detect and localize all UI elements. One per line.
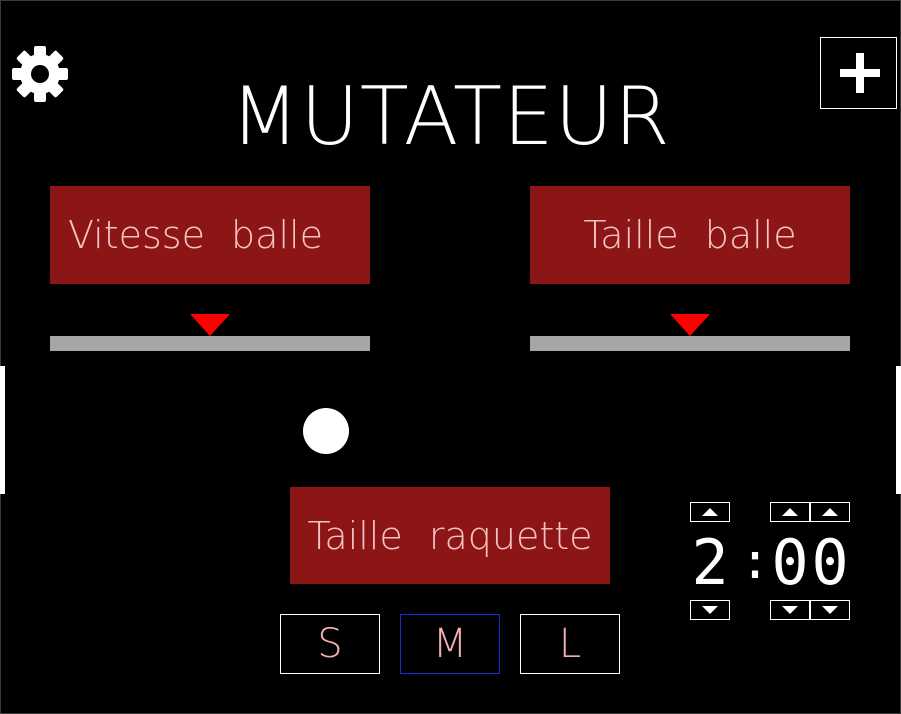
racket-size-option-s[interactable]: S — [280, 614, 380, 674]
page-title: MUTATEUR — [230, 70, 671, 163]
arrow-down-icon — [822, 606, 838, 614]
timer-colon: : — [740, 532, 771, 590]
ball — [303, 408, 349, 454]
tens-up-button[interactable] — [770, 502, 810, 522]
racket-size-option-m[interactable]: M — [400, 614, 500, 674]
left-paddle — [0, 366, 5, 494]
racket-size-button[interactable]: Taille raquette — [290, 487, 610, 584]
tens-down-button[interactable] — [770, 600, 810, 620]
ball-size-label: Taille balle — [583, 213, 797, 257]
ball-size-slider-thumb[interactable] — [670, 314, 710, 336]
ball-speed-slider-thumb[interactable] — [190, 314, 230, 336]
ball-speed-label: Vitesse balle — [68, 213, 323, 257]
minutes-up-button[interactable] — [690, 502, 730, 522]
timer-minutes: 2 — [691, 526, 729, 599]
ball-speed-button[interactable]: Vitesse balle — [50, 186, 370, 284]
ball-size-button[interactable]: Taille balle — [530, 186, 850, 284]
timer-seconds-tens: 0 — [771, 526, 809, 599]
racket-size-label: Taille raquette — [307, 513, 593, 558]
ball-size-slider-track[interactable] — [530, 336, 850, 351]
arrow-up-icon — [822, 508, 838, 516]
arrow-down-icon — [702, 606, 718, 614]
units-up-button[interactable] — [810, 502, 850, 522]
right-paddle — [896, 366, 901, 494]
minutes-down-button[interactable] — [690, 600, 730, 620]
arrow-up-icon — [702, 508, 718, 516]
racket-size-option-l[interactable]: L — [520, 614, 620, 674]
arrow-down-icon — [782, 606, 798, 614]
units-down-button[interactable] — [810, 600, 850, 620]
ball-speed-slider-track[interactable] — [50, 336, 370, 351]
arrow-up-icon — [782, 508, 798, 516]
timer-seconds-units: 0 — [811, 526, 849, 599]
